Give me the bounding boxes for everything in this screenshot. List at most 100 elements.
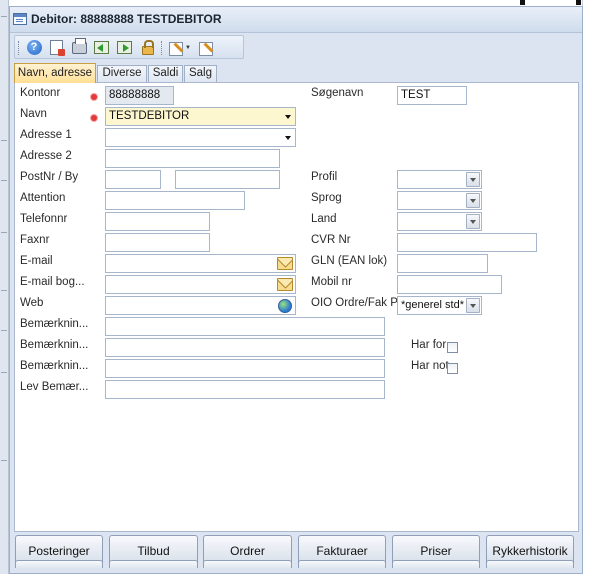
bemaerkning3-label: Bemærknin... [20, 360, 89, 372]
adresse1-combobox[interactable] [105, 128, 296, 147]
next-record-button[interactable] [115, 39, 133, 56]
form-window-icon [13, 13, 27, 25]
postnr-by-label: PostNr / By [20, 171, 79, 183]
har-for-checkbox[interactable] [447, 342, 458, 353]
email-field[interactable] [105, 254, 296, 273]
attention-field[interactable] [105, 191, 245, 210]
chevron-down-icon[interactable] [466, 298, 480, 313]
second-row-button[interactable] [392, 560, 480, 568]
toolbar-separator [161, 41, 163, 55]
oio-label: OIO Ordre/Fak P [311, 297, 398, 309]
soegenavn-label: Søgenavn [311, 87, 364, 99]
tab-diverse[interactable]: Diverse [97, 65, 147, 82]
oio-select[interactable]: *generel std* [397, 296, 482, 315]
gln-label: GLN (EAN lok) [311, 255, 388, 267]
window-title: Debitor: 88888888 TESTDEBITOR [31, 12, 222, 26]
globe-icon[interactable] [278, 299, 292, 313]
sprog-label: Sprog [311, 192, 342, 204]
kontonr-field[interactable]: 88888888 [105, 86, 174, 105]
second-row-button[interactable] [109, 560, 198, 568]
by-field[interactable] [175, 170, 280, 189]
har-for-label: Har for [411, 339, 447, 351]
mail-icon[interactable] [277, 257, 293, 270]
required-marker [91, 115, 97, 121]
chevron-down-icon[interactable] [466, 172, 480, 187]
email-bog-field[interactable] [105, 275, 296, 294]
tab-navn-adresse[interactable]: Navn, adresse [14, 63, 96, 83]
postnr-field[interactable] [105, 170, 161, 189]
email-label: E-mail [20, 255, 53, 267]
faxnr-field[interactable] [105, 233, 210, 252]
adresse2-field[interactable] [105, 149, 280, 168]
lock-button[interactable] [139, 39, 157, 56]
chevron-down-icon[interactable] [285, 115, 291, 119]
chevron-down-icon[interactable] [466, 193, 480, 208]
delete-button[interactable] [47, 39, 65, 56]
left-edge-strip [0, 0, 9, 574]
lev-bemaerkning-label: Lev Bemær... [20, 381, 89, 393]
mobil-nr-label: Mobil nr [311, 276, 352, 288]
tab-salg[interactable]: Salg [184, 65, 217, 82]
lock-icon [142, 39, 154, 55]
bemaerkning2-field[interactable] [105, 338, 385, 357]
gln-field[interactable] [397, 254, 488, 273]
help-button[interactable]: ? [25, 39, 43, 56]
debitor-window: Debitor: 88888888 TESTDEBITOR ? ▼ Navn, … [9, 6, 583, 574]
web-field[interactable] [105, 296, 296, 315]
top-marker [576, 0, 581, 5]
toolbar: ? ▼ [14, 35, 244, 59]
top-marker [520, 0, 525, 5]
bemaerkning1-field[interactable] [105, 317, 385, 336]
profil-select[interactable] [397, 170, 482, 189]
mail-icon[interactable] [277, 278, 293, 291]
edit-button[interactable] [197, 39, 215, 56]
attention-label: Attention [20, 192, 66, 204]
previous-record-icon [93, 41, 109, 54]
previous-record-button[interactable] [92, 39, 110, 56]
lev-bemaerkning-field[interactable] [105, 380, 385, 399]
web-label: Web [20, 297, 44, 309]
help-icon: ? [26, 40, 42, 55]
profil-label: Profil [311, 171, 338, 183]
chevron-down-icon: ▼ [185, 44, 191, 51]
bemaerkning2-label: Bemærknin... [20, 339, 89, 351]
faxnr-label: Faxnr [20, 234, 50, 246]
second-row-button[interactable] [486, 560, 574, 568]
next-record-icon [116, 41, 132, 54]
har-not-label: Har not [411, 360, 449, 372]
delete-doc-icon [49, 40, 65, 56]
land-label: Land [311, 213, 337, 225]
sprog-select[interactable] [397, 191, 482, 210]
adresse2-label: Adresse 2 [20, 150, 72, 162]
title-bar[interactable]: Debitor: 88888888 TESTDEBITOR [10, 7, 582, 33]
bemaerkning1-label: Bemærknin... [20, 318, 89, 330]
edit-dropdown-icon [169, 41, 184, 56]
second-row-button[interactable] [298, 560, 386, 568]
right-edge-strip [582, 0, 590, 574]
kontonr-label: Kontonr [20, 87, 61, 99]
chevron-down-icon[interactable] [285, 136, 291, 140]
toolbar-grip[interactable] [18, 41, 20, 55]
print-icon [71, 37, 87, 54]
print-button[interactable] [70, 37, 88, 56]
land-select[interactable] [397, 212, 482, 231]
chevron-down-icon[interactable] [466, 214, 480, 229]
navn-label: Navn [20, 108, 47, 120]
adresse1-label: Adresse 1 [20, 129, 72, 141]
second-row-button[interactable] [203, 560, 292, 568]
edit-dropdown-button[interactable]: ▼ [167, 39, 193, 56]
navn-combobox[interactable]: TESTDEBITOR [105, 107, 296, 126]
cvr-nr-field[interactable] [397, 233, 537, 252]
tab-saldi[interactable]: Saldi [148, 65, 183, 82]
email-bog-label: E-mail bog... [20, 276, 85, 288]
required-marker [91, 94, 97, 100]
oio-value: *generel std* [401, 299, 464, 311]
har-not-checkbox[interactable] [447, 363, 458, 374]
telefonnr-field[interactable] [105, 212, 210, 231]
soegenavn-field[interactable]: TEST [397, 86, 467, 105]
navn-value: TESTDEBITOR [109, 110, 190, 122]
bemaerkning3-field[interactable] [105, 359, 385, 378]
cvr-nr-label: CVR Nr [311, 234, 351, 246]
second-row-button[interactable] [15, 560, 103, 568]
mobil-nr-field[interactable] [397, 275, 502, 294]
